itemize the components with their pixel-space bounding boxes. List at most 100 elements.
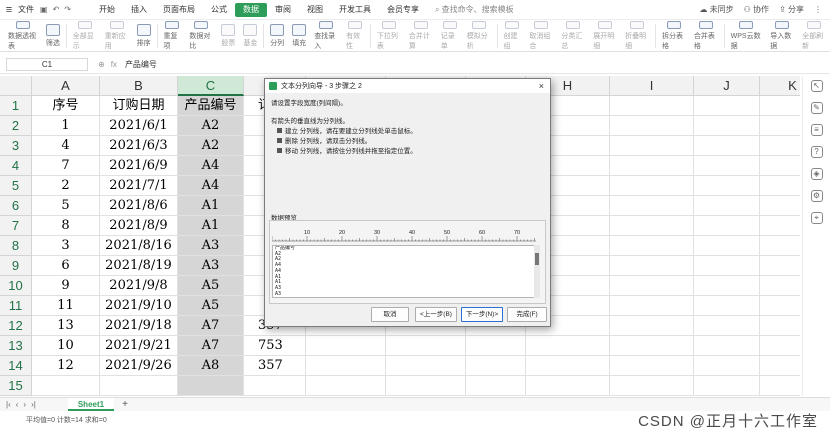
cell-a7[interactable]: 8 [32, 216, 100, 236]
cell-c2[interactable]: A2 [178, 116, 244, 136]
row-header-15[interactable]: 15 [0, 376, 32, 396]
menu-tab-6[interactable]: 视图 [299, 3, 331, 17]
row-header-6[interactable]: 6 [0, 196, 32, 216]
cell-j15[interactable] [694, 376, 760, 396]
cell-b2[interactable]: 2021/6/1 [100, 116, 178, 136]
cell-d15[interactable] [244, 376, 306, 396]
column-header-j[interactable]: J [694, 76, 760, 96]
cell-c3[interactable]: A2 [178, 136, 244, 156]
next-sheet-icon[interactable]: › [23, 400, 26, 409]
row-header-4[interactable]: 4 [0, 156, 32, 176]
cell-j11[interactable] [694, 296, 760, 316]
menu-tab-3[interactable]: 公式 [203, 3, 235, 17]
select-icon[interactable]: ↖ [810, 80, 823, 92]
last-sheet-icon[interactable]: ›| [31, 400, 36, 409]
cell-c9[interactable]: A3 [178, 256, 244, 276]
dialog-title-bar[interactable]: 文本分列向导 - 3 步骤之 2 × [265, 79, 550, 93]
ribbon-button-5[interactable]: 重复项 [159, 20, 185, 51]
cell-a13[interactable]: 10 [32, 336, 100, 356]
command-search[interactable]: ⌕ 查找命令、搜索模板 [435, 4, 514, 15]
ribbon-button-19[interactable]: 分类汇总 [557, 20, 589, 51]
cell-a4[interactable]: 7 [32, 156, 100, 176]
ribbon-button-4[interactable]: 排序 [133, 21, 155, 51]
cell-k1[interactable] [760, 96, 800, 116]
cell-j7[interactable] [694, 216, 760, 236]
column-header-i[interactable]: I [610, 76, 694, 96]
cell-c4[interactable]: A4 [178, 156, 244, 176]
cancel-button[interactable]: 取消 [371, 307, 409, 322]
cell-h13[interactable] [526, 336, 610, 356]
ribbon-button-8[interactable]: 基金 [239, 21, 261, 51]
column-ruler[interactable]: 10 20 30 40 50 60 70 [272, 227, 536, 245]
formula-input[interactable]: 产品编号 [125, 58, 830, 71]
preview-list[interactable]: 产品编号 A2 A2 A4 A4 A1 A1 A3 A3 [272, 245, 536, 298]
cell-k12[interactable] [760, 316, 800, 336]
cell-b7[interactable]: 2021/8/9 [100, 216, 178, 236]
cell-g14[interactable] [466, 356, 526, 376]
cell-b4[interactable]: 2021/6/9 [100, 156, 178, 176]
ribbon-button-12[interactable]: 有效性 [342, 20, 368, 51]
cell-c6[interactable]: A1 [178, 196, 244, 216]
ribbon-button-9[interactable]: 分列 [266, 21, 288, 51]
location-icon[interactable]: ⌖ [810, 212, 823, 224]
ribbon-button-0[interactable]: 数据透视表 [4, 20, 42, 51]
cell-c1[interactable]: 产品编号 [178, 96, 244, 116]
ribbon-button-23[interactable]: 合并表格 [690, 20, 722, 51]
cell-j5[interactable] [694, 176, 760, 196]
cell-f14[interactable] [386, 356, 466, 376]
cell-j4[interactable] [694, 156, 760, 176]
cell-c14[interactable]: A8 [178, 356, 244, 376]
share-button[interactable]: ⇪ 分享 [779, 4, 804, 15]
cell-i1[interactable] [610, 96, 694, 116]
cell-c12[interactable]: A7 [178, 316, 244, 336]
cell-a5[interactable]: 2 [32, 176, 100, 196]
menu-tab-8[interactable]: 会员专享 [379, 3, 427, 17]
row-header-13[interactable]: 13 [0, 336, 32, 356]
ribbon-button-21[interactable]: 折叠明细 [621, 20, 653, 51]
ribbon-button-18[interactable]: 取消组合 [525, 20, 557, 51]
cell-k7[interactable] [760, 216, 800, 236]
cell-e14[interactable] [306, 356, 386, 376]
row-header-8[interactable]: 8 [0, 236, 32, 256]
cell-h14[interactable] [526, 356, 610, 376]
cell-a14[interactable]: 12 [32, 356, 100, 376]
cell-a3[interactable]: 4 [32, 136, 100, 156]
redo-icon[interactable]: ↷ [64, 5, 71, 14]
scroll-thumb[interactable] [535, 253, 539, 265]
cell-i9[interactable] [610, 256, 694, 276]
cell-f13[interactable] [386, 336, 466, 356]
ribbon-button-3[interactable]: 重新应用 [101, 20, 133, 51]
cell-i13[interactable] [610, 336, 694, 356]
cell-b3[interactable]: 2021/6/3 [100, 136, 178, 156]
cell-b9[interactable]: 2021/8/19 [100, 256, 178, 276]
row-header-5[interactable]: 5 [0, 176, 32, 196]
back-button[interactable]: <上一步(B) [415, 307, 457, 322]
ribbon-button-22[interactable]: 拆分表格 [658, 20, 690, 51]
cell-b13[interactable]: 2021/9/21 [100, 336, 178, 356]
help-icon[interactable]: ? [810, 146, 823, 158]
cell-c11[interactable]: A5 [178, 296, 244, 316]
cell-b14[interactable]: 2021/9/26 [100, 356, 178, 376]
row-header-10[interactable]: 10 [0, 276, 32, 296]
cell-k10[interactable] [760, 276, 800, 296]
more-icon[interactable]: ⋮ [814, 5, 822, 14]
file-menu[interactable]: 文件 [18, 4, 34, 15]
finish-button[interactable]: 完成(F) [507, 307, 547, 322]
cell-b10[interactable]: 2021/9/8 [100, 276, 178, 296]
sheet-tab-sheet1[interactable]: Sheet1 [67, 398, 115, 411]
styles-icon[interactable]: ◈ [810, 168, 823, 180]
settings-icon[interactable]: ⚙ [810, 190, 823, 202]
fx-icon[interactable]: fx [111, 60, 117, 69]
cell-i2[interactable] [610, 116, 694, 136]
cell-b15[interactable] [100, 376, 178, 396]
collab-button[interactable]: ⚇ 协作 [744, 4, 769, 15]
cell-k6[interactable] [760, 196, 800, 216]
row-header-12[interactable]: 12 [0, 316, 32, 336]
cell-b11[interactable]: 2021/9/10 [100, 296, 178, 316]
cell-k9[interactable] [760, 256, 800, 276]
cell-a2[interactable]: 1 [32, 116, 100, 136]
ribbon-button-20[interactable]: 展开明细 [589, 20, 621, 51]
save-icon[interactable]: ▣ [40, 5, 48, 14]
cell-d14[interactable]: 357 [244, 356, 306, 376]
column-header-a[interactable]: A [32, 76, 100, 96]
